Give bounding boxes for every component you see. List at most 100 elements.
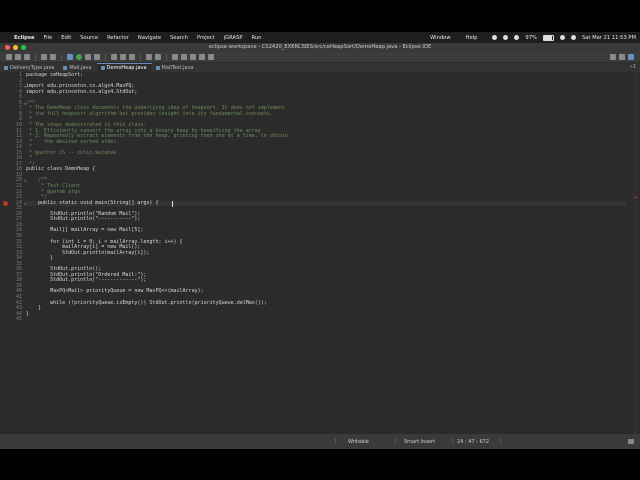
tab-demoheap-java[interactable]: DemoHeap.java [96, 63, 152, 72]
external-tools-icon[interactable] [94, 54, 100, 60]
code-line[interactable]: * the desired sorted order. [26, 139, 119, 146]
menu-window[interactable]: Window [430, 35, 450, 41]
status-divider [500, 438, 501, 444]
search-icon[interactable] [559, 35, 565, 40]
status-cursor-position: 24 : 47 : 672 [457, 439, 489, 445]
new-class-icon[interactable] [129, 54, 135, 60]
menu-run[interactable]: Run [252, 35, 262, 41]
code-line[interactable]: MaxPQ<Mail> priorityQueue = new MaxPQ<>(… [26, 289, 204, 295]
clock[interactable]: Sat Mar 21 11:53 PM [582, 35, 636, 41]
terminal-icon[interactable] [41, 54, 47, 60]
tab-list: DeliveryType.java Mail.java DemoHeap.java M… [0, 63, 199, 72]
build-icon[interactable] [50, 54, 56, 60]
error-marker-icon[interactable] [3, 200, 8, 206]
mac-menu-bar: Eclipse File Edit Source Refactor Navigate Sea… [0, 32, 640, 43]
status-divider [452, 438, 453, 444]
editor-tabs: DeliveryType.java Mail.java DemoHeap.java M… [0, 63, 640, 72]
menu-project[interactable]: Project [197, 35, 215, 41]
zoom-window-button[interactable] [21, 45, 26, 50]
menu-refactor[interactable]: Refactor [107, 35, 129, 41]
code-line[interactable]: * the full heapsort algorithm but provid… [26, 111, 273, 118]
menu-help[interactable]: Help [466, 35, 478, 41]
new-java-project-icon[interactable] [111, 54, 117, 60]
open-type-icon[interactable] [146, 54, 152, 60]
line-number: 45 [15, 316, 22, 323]
menu-file[interactable]: File [44, 35, 53, 41]
search-icon[interactable] [610, 54, 616, 60]
java-perspective-icon[interactable] [628, 54, 634, 60]
status-writable: Writable [348, 439, 369, 445]
code-line[interactable]: StdOut.println("-----------"); [26, 217, 140, 223]
error-marker[interactable] [634, 197, 637, 198]
perspective-switcher [610, 54, 634, 60]
tab-mail-java[interactable]: Mail.java [59, 64, 96, 72]
new-package-icon[interactable] [120, 54, 126, 60]
code-editor[interactable]: 1 2 3 ⊖ 4 5 6 ⊖ 7 8 9 10 11 12 13 14 15 16 17 18 19 20 ⊖ 21 22 23… [0, 72, 640, 434]
status-icon[interactable] [492, 35, 498, 40]
battery-icon[interactable] [542, 34, 554, 41]
next-annotation-icon[interactable] [172, 54, 178, 60]
tab-deliverytype-java[interactable]: DeliveryType.java [0, 64, 59, 72]
forward-icon[interactable] [208, 54, 214, 60]
window-title-bar: eclipse-workspace - CS2420_EXERCISES/src… [0, 43, 640, 52]
toolbar-separator [166, 53, 167, 61]
window-title: eclipse-workspace - CS2420_EXERCISES/src… [208, 44, 432, 50]
java-file-icon [100, 66, 105, 70]
menu-eclipse[interactable]: Eclipse [14, 35, 35, 41]
menu-navigate[interactable]: Navigate [138, 35, 161, 41]
code-line[interactable]: import edu.princeton.cs.algs4.StdOut; [26, 89, 137, 96]
code-line[interactable]: public class DemoHeap { [26, 167, 95, 173]
new-icon[interactable] [6, 54, 12, 60]
bluetooth-icon[interactable] [503, 35, 509, 40]
text-cursor [172, 200, 173, 207]
wifi-icon[interactable] [514, 35, 520, 40]
overview-ruler[interactable] [633, 72, 638, 434]
code-line[interactable]: public static void main(String[] args) { [26, 200, 626, 207]
menu-edit[interactable]: Edit [61, 35, 71, 41]
menu-items: Eclipse File Edit Source Refactor Navigate Sea… [14, 35, 270, 41]
desktop-screen: Eclipse File Edit Source Refactor Navigate Sea… [0, 32, 640, 449]
status-divider [335, 438, 336, 444]
status-bar: Writable Smart Insert 24 : 47 : 672 [0, 434, 640, 449]
main-toolbar [0, 52, 640, 63]
code-line[interactable]: StdOut.println("-------------"); [26, 278, 146, 284]
tab-label: Mail.java [69, 65, 92, 71]
tab-mailtest-java[interactable]: MailTest.java [152, 64, 199, 72]
java-file-icon [63, 66, 68, 70]
java-file-icon [155, 66, 160, 70]
code-line[interactable]: package ceHeapSort; [26, 72, 83, 79]
coverage-icon[interactable] [85, 54, 91, 60]
open-perspective-icon[interactable] [619, 54, 625, 60]
save-icon[interactable] [15, 54, 21, 60]
tab-overflow[interactable]: »1 [630, 64, 636, 70]
close-window-button[interactable] [5, 45, 10, 50]
toolbar-separator [35, 53, 36, 61]
minimize-window-button[interactable] [13, 45, 18, 50]
tab-label: DemoHeap.java [106, 65, 147, 71]
toolbar-separator [140, 53, 141, 61]
window-controls [5, 45, 26, 50]
code-line[interactable]: while (!priorityQueue.isEmpty()) StdOut.… [26, 300, 267, 307]
notifications-icon[interactable] [628, 439, 634, 444]
menu-source[interactable]: Source [80, 35, 98, 41]
search-icon[interactable] [155, 54, 161, 60]
control-center-icon[interactable] [570, 35, 576, 40]
code-line[interactable]: } [26, 256, 53, 262]
menu-search[interactable]: Search [170, 35, 188, 41]
last-edit-icon[interactable] [190, 54, 196, 60]
back-icon[interactable] [199, 54, 205, 60]
tab-label: DeliveryType.java [10, 65, 55, 71]
code-line[interactable]: Mail[] mailArray = new Mail[5]; [26, 228, 143, 234]
save-all-icon[interactable] [24, 54, 30, 60]
tab-label: MailTest.java [161, 65, 194, 71]
previous-annotation-icon[interactable] [181, 54, 187, 60]
debug-icon[interactable] [67, 54, 73, 60]
status-divider [395, 438, 396, 444]
toolbar-separator [105, 53, 106, 61]
toolbar-separator [61, 53, 62, 61]
code-line[interactable]: * @author CS -- colin.kwiatek [26, 150, 116, 157]
status-insert-mode: Smart Insert [404, 439, 436, 445]
code-line[interactable]: } [26, 311, 29, 318]
menu-jgrasp[interactable]: jGRASP [224, 35, 243, 41]
run-icon[interactable] [76, 54, 82, 60]
